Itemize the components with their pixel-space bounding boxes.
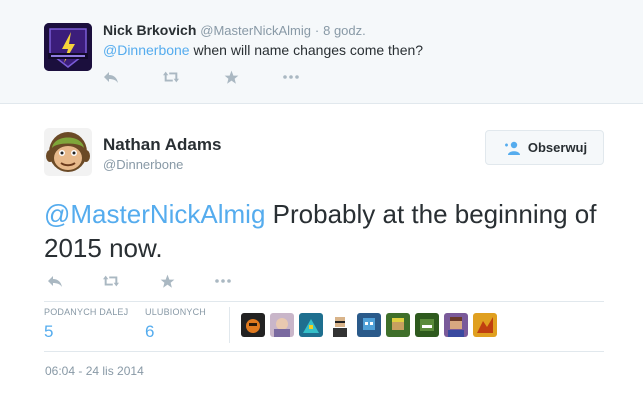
separator-dot: · [314, 23, 320, 38]
reply-icon[interactable] [47, 273, 63, 289]
reply-actions [103, 69, 343, 85]
favoriter-avatar[interactable] [386, 313, 410, 337]
favoriter-avatar[interactable] [241, 313, 265, 337]
reply-body: when will name changes come then? [189, 42, 424, 58]
favoriter-avatar[interactable] [270, 313, 294, 337]
stats-separator [229, 307, 230, 343]
stats-bottom-divider [44, 351, 604, 352]
retweets-stat[interactable]: PODANYCH DALEJ 5 [44, 307, 128, 342]
follow-button-label: Obserwuj [527, 140, 588, 155]
stats-top-divider [44, 301, 604, 302]
favoriter-avatar[interactable] [473, 313, 497, 337]
favorites-label: ULUBIONYCH [145, 307, 207, 317]
reply-avatar[interactable] [44, 23, 92, 71]
reply-author-name[interactable]: Nick Brkovich [103, 22, 196, 38]
favoriter-avatar[interactable] [299, 313, 323, 337]
retweets-count: 5 [44, 322, 54, 341]
author-name[interactable]: Nathan Adams [103, 135, 221, 155]
star-icon[interactable] [223, 69, 239, 85]
more-icon[interactable] [215, 273, 231, 289]
favoriter-avatar[interactable] [415, 313, 439, 337]
retweets-label: PODANYCH DALEJ [44, 307, 129, 317]
retweet-icon[interactable] [103, 273, 119, 289]
reply-mention-link[interactable]: @Dinnerbone [103, 42, 190, 58]
favoriter-avatar[interactable] [444, 313, 468, 337]
tweet-actions [47, 273, 271, 289]
author-avatar[interactable] [44, 128, 92, 176]
tweet-mention-link[interactable]: @MasterNickAlmig [44, 199, 265, 229]
reply-text: @Dinnerbone when will name changes come … [103, 42, 423, 58]
author-handle[interactable]: @Dinnerbone [103, 157, 183, 172]
follow-button[interactable]: Obserwuj [485, 130, 604, 165]
reply-header: Nick Brkovich @MasterNickAlmig · 8 godz. [103, 22, 366, 38]
reply-tweet: Nick Brkovich @MasterNickAlmig · 8 godz.… [0, 0, 643, 104]
reply-icon[interactable] [103, 69, 119, 85]
follow-person-icon [502, 141, 520, 155]
favoriter-avatar[interactable] [328, 313, 352, 337]
more-icon[interactable] [283, 69, 299, 85]
reply-time[interactable]: 8 godz. [323, 23, 366, 38]
retweet-icon[interactable] [163, 69, 179, 85]
favorites-count: 6 [145, 322, 155, 341]
star-icon[interactable] [159, 273, 175, 289]
favoriter-avatar[interactable] [357, 313, 381, 337]
reply-author-handle[interactable]: @MasterNickAlmig [200, 23, 311, 38]
favoriters-list [241, 313, 502, 337]
favorites-stat[interactable]: ULUBIONYCH 6 [145, 307, 206, 342]
tweet-text: @MasterNickAlmig Probably at the beginni… [44, 197, 604, 265]
tweet-timestamp[interactable]: 06:04 - 24 lis 2014 [45, 364, 144, 378]
